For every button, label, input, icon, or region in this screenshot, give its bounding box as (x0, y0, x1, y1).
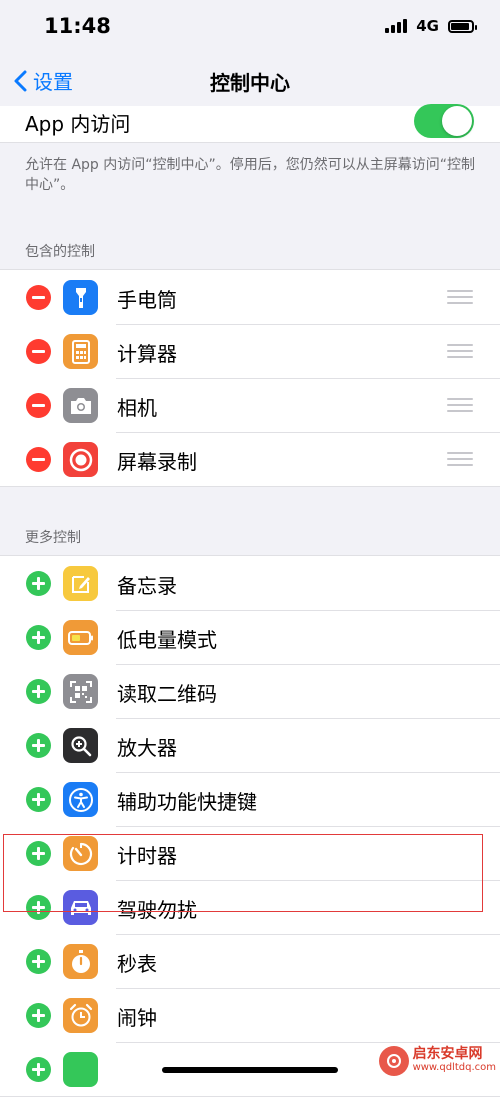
item-label: 低电量模式 (117, 628, 217, 652)
item-label: 放大器 (117, 736, 177, 760)
list-item-accessibility-shortcut: 辅助功能快捷键 (0, 772, 500, 826)
accessibility-icon (63, 782, 98, 817)
watermark-url: www.qdltdq.com (412, 1062, 496, 1073)
list-item-flashlight: 手电筒 (0, 270, 500, 324)
qr-code-icon (63, 674, 98, 709)
battery-icon (448, 19, 477, 33)
more-controls-header: 更多控制 (25, 530, 81, 546)
item-label: 秒表 (117, 952, 157, 976)
remove-button[interactable] (26, 393, 51, 418)
alarm-icon (63, 998, 98, 1033)
status-bar: 11:48 4G (0, 0, 500, 54)
home-indicator[interactable] (162, 1067, 338, 1073)
add-button[interactable] (26, 733, 51, 758)
more-controls-list: 备忘录 低电量模式 读取二维码 放大器 辅助功能快捷键 计时器 驾驶勿扰 秒表 … (0, 555, 500, 1097)
list-item-stopwatch: 秒表 (0, 934, 500, 988)
app-access-row: App 内访问 (0, 104, 500, 143)
remove-button[interactable] (26, 447, 51, 472)
list-item-notes: 备忘录 (0, 556, 500, 610)
screen-record-icon (63, 442, 98, 477)
list-item-alarm: 闹钟 (0, 988, 500, 1042)
included-controls-list: 手电筒 计算器 相机 屏幕录制 (0, 269, 500, 487)
reorder-handle-icon[interactable] (447, 344, 473, 358)
add-button[interactable] (26, 679, 51, 704)
item-label: 读取二维码 (117, 682, 217, 706)
item-label: 闹钟 (117, 1006, 157, 1030)
status-time: 11:48 (44, 14, 111, 38)
add-button[interactable] (26, 949, 51, 974)
settings-list: App 内访问 允许在 App 内访问“控制中心”。停用后，您仍然可以从主屏幕访… (0, 104, 500, 1097)
add-button[interactable] (26, 787, 51, 812)
cellular-signal-icon (385, 19, 408, 33)
calculator-icon (63, 334, 98, 369)
toggle-knob (442, 106, 472, 136)
add-button[interactable] (26, 1003, 51, 1028)
item-label: 计算器 (117, 342, 177, 366)
navigation-bar: 设置 控制中心 (0, 54, 500, 107)
item-label: 相机 (117, 396, 157, 420)
watermark: 启东安卓网 www.qdltdq.com (378, 1046, 496, 1076)
remove-button[interactable] (26, 339, 51, 364)
list-item-qr-code: 读取二维码 (0, 664, 500, 718)
remove-button[interactable] (26, 285, 51, 310)
item-label: 屏幕录制 (117, 450, 197, 474)
low-power-icon (63, 620, 98, 655)
watermark-logo-icon (378, 1046, 409, 1076)
magnifier-icon (63, 728, 98, 763)
item-label: 手电筒 (117, 288, 177, 312)
item-label: 辅助功能快捷键 (117, 790, 257, 814)
list-item-screen-recording: 屏幕录制 (0, 432, 500, 486)
app-access-note: 允许在 App 内访问“控制中心”。停用后，您仍然可以从主屏幕访问“控制中心”。 (25, 157, 476, 193)
add-button[interactable] (26, 571, 51, 596)
reorder-handle-icon[interactable] (447, 452, 473, 466)
add-button[interactable] (26, 625, 51, 650)
list-item-magnifier: 放大器 (0, 718, 500, 772)
app-access-label: App 内访问 (25, 112, 131, 136)
notes-icon (63, 566, 98, 601)
watermark-name: 启东安卓网 (412, 1046, 483, 1062)
list-item-low-power: 低电量模式 (0, 610, 500, 664)
included-controls-header: 包含的控制 (25, 244, 95, 260)
item-label: 备忘录 (117, 574, 177, 598)
add-button[interactable] (26, 1057, 51, 1082)
page-title: 控制中心 (210, 71, 290, 95)
status-indicators: 4G (385, 17, 477, 35)
network-type: 4G (416, 17, 439, 35)
app-access-toggle[interactable] (414, 104, 474, 138)
list-item-camera: 相机 (0, 378, 500, 432)
list-item-calculator: 计算器 (0, 324, 500, 378)
stopwatch-icon (63, 944, 98, 979)
reorder-handle-icon[interactable] (447, 398, 473, 412)
flashlight-icon (63, 280, 98, 315)
reorder-handle-icon[interactable] (447, 290, 473, 304)
camera-icon (63, 388, 98, 423)
highlight-frame (3, 834, 483, 912)
